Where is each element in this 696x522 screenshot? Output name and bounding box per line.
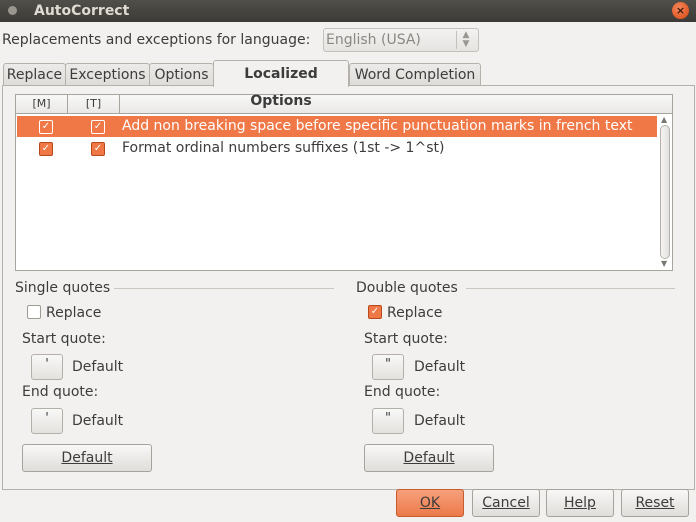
help-label: Help — [564, 495, 596, 511]
double-end-quote-button[interactable]: " — [372, 408, 404, 434]
checkmark-icon[interactable]: ✓ — [39, 142, 53, 156]
double-start-quote-button[interactable]: " — [372, 354, 404, 380]
single-replace-label: Replace — [46, 305, 102, 321]
help-button[interactable]: Help — [546, 489, 614, 517]
tab-localized-options[interactable]: Localized Options — [213, 60, 349, 109]
single-start-quote-label: Start quote: — [22, 331, 106, 347]
double-end-quote-label: End quote: — [364, 384, 441, 400]
window-menu-icon[interactable] — [8, 6, 17, 15]
tab-exceptions[interactable]: Exceptions — [65, 63, 150, 86]
tab-replace[interactable]: Replace — [3, 63, 66, 86]
spin-arrows-icon: ▲ ▼ — [456, 31, 475, 49]
list-row-text: Format ordinal numbers suffixes (1st -> … — [122, 140, 445, 156]
tab-word-completion[interactable]: Word Completion — [349, 63, 481, 86]
double-start-quote-label: Start quote: — [364, 331, 448, 347]
double-quotes-title: Double quotes — [356, 280, 458, 296]
single-end-quote-value: Default — [72, 413, 124, 429]
scroll-thumb[interactable] — [660, 125, 670, 259]
list-header: [M] [T] — [16, 95, 672, 114]
reset-button[interactable]: Reset — [621, 489, 689, 517]
ok-button[interactable]: OK — [396, 489, 464, 517]
close-icon[interactable]: × — [672, 2, 689, 19]
list-scrollbar[interactable]: ▲ ▼ — [659, 115, 670, 269]
localized-options-list[interactable]: [M] [T] ✓ ✓ Add non breaking space befor… — [15, 94, 673, 271]
reset-label: Reset — [635, 495, 675, 511]
ok-label: OK — [419, 495, 441, 511]
scroll-up-icon[interactable]: ▲ — [661, 116, 667, 124]
divider — [114, 288, 334, 289]
window-title: AutoCorrect — [34, 3, 130, 19]
single-start-quote-value: Default — [72, 359, 124, 375]
single-replace-checkbox[interactable] — [27, 305, 41, 319]
double-start-quote-value: Default — [414, 359, 466, 375]
cancel-label: Cancel — [482, 495, 530, 511]
single-default-button[interactable]: Default — [22, 444, 152, 472]
scroll-down-icon[interactable]: ▼ — [661, 260, 667, 268]
double-end-quote-value: Default — [414, 413, 466, 429]
single-start-quote-button[interactable]: ' — [31, 354, 63, 380]
single-end-quote-label: End quote: — [22, 384, 99, 400]
language-label: Replacements and exceptions for language… — [2, 32, 311, 48]
checkmark-icon[interactable]: ✓ — [39, 120, 53, 134]
double-replace-checkbox[interactable]: ✓ — [368, 305, 382, 319]
double-replace-label: Replace — [387, 305, 443, 321]
double-default-button[interactable]: Default — [364, 444, 494, 472]
column-header-t[interactable]: [T] — [68, 95, 120, 113]
single-default-label: Default — [61, 450, 113, 466]
list-row-text: Add non breaking space before specific p… — [122, 118, 633, 134]
list-row[interactable]: ✓ ✓ Add non breaking space before specif… — [17, 116, 657, 137]
language-select-value: English (USA) — [326, 32, 421, 48]
column-header-text[interactable] — [120, 95, 671, 113]
double-default-label: Default — [403, 450, 455, 466]
checkmark-icon[interactable]: ✓ — [91, 142, 105, 156]
column-header-m[interactable]: [M] — [16, 95, 68, 113]
language-select[interactable]: English (USA) ▲ ▼ — [323, 28, 479, 52]
cancel-button[interactable]: Cancel — [472, 489, 540, 517]
list-row[interactable]: ✓ ✓ Format ordinal numbers suffixes (1st… — [17, 138, 657, 159]
single-end-quote-button[interactable]: ' — [31, 408, 63, 434]
title-bar: AutoCorrect × — [0, 0, 696, 22]
divider — [466, 288, 675, 289]
single-quotes-title: Single quotes — [15, 280, 111, 296]
tab-options[interactable]: Options — [149, 63, 214, 86]
checkmark-icon[interactable]: ✓ — [91, 120, 105, 134]
